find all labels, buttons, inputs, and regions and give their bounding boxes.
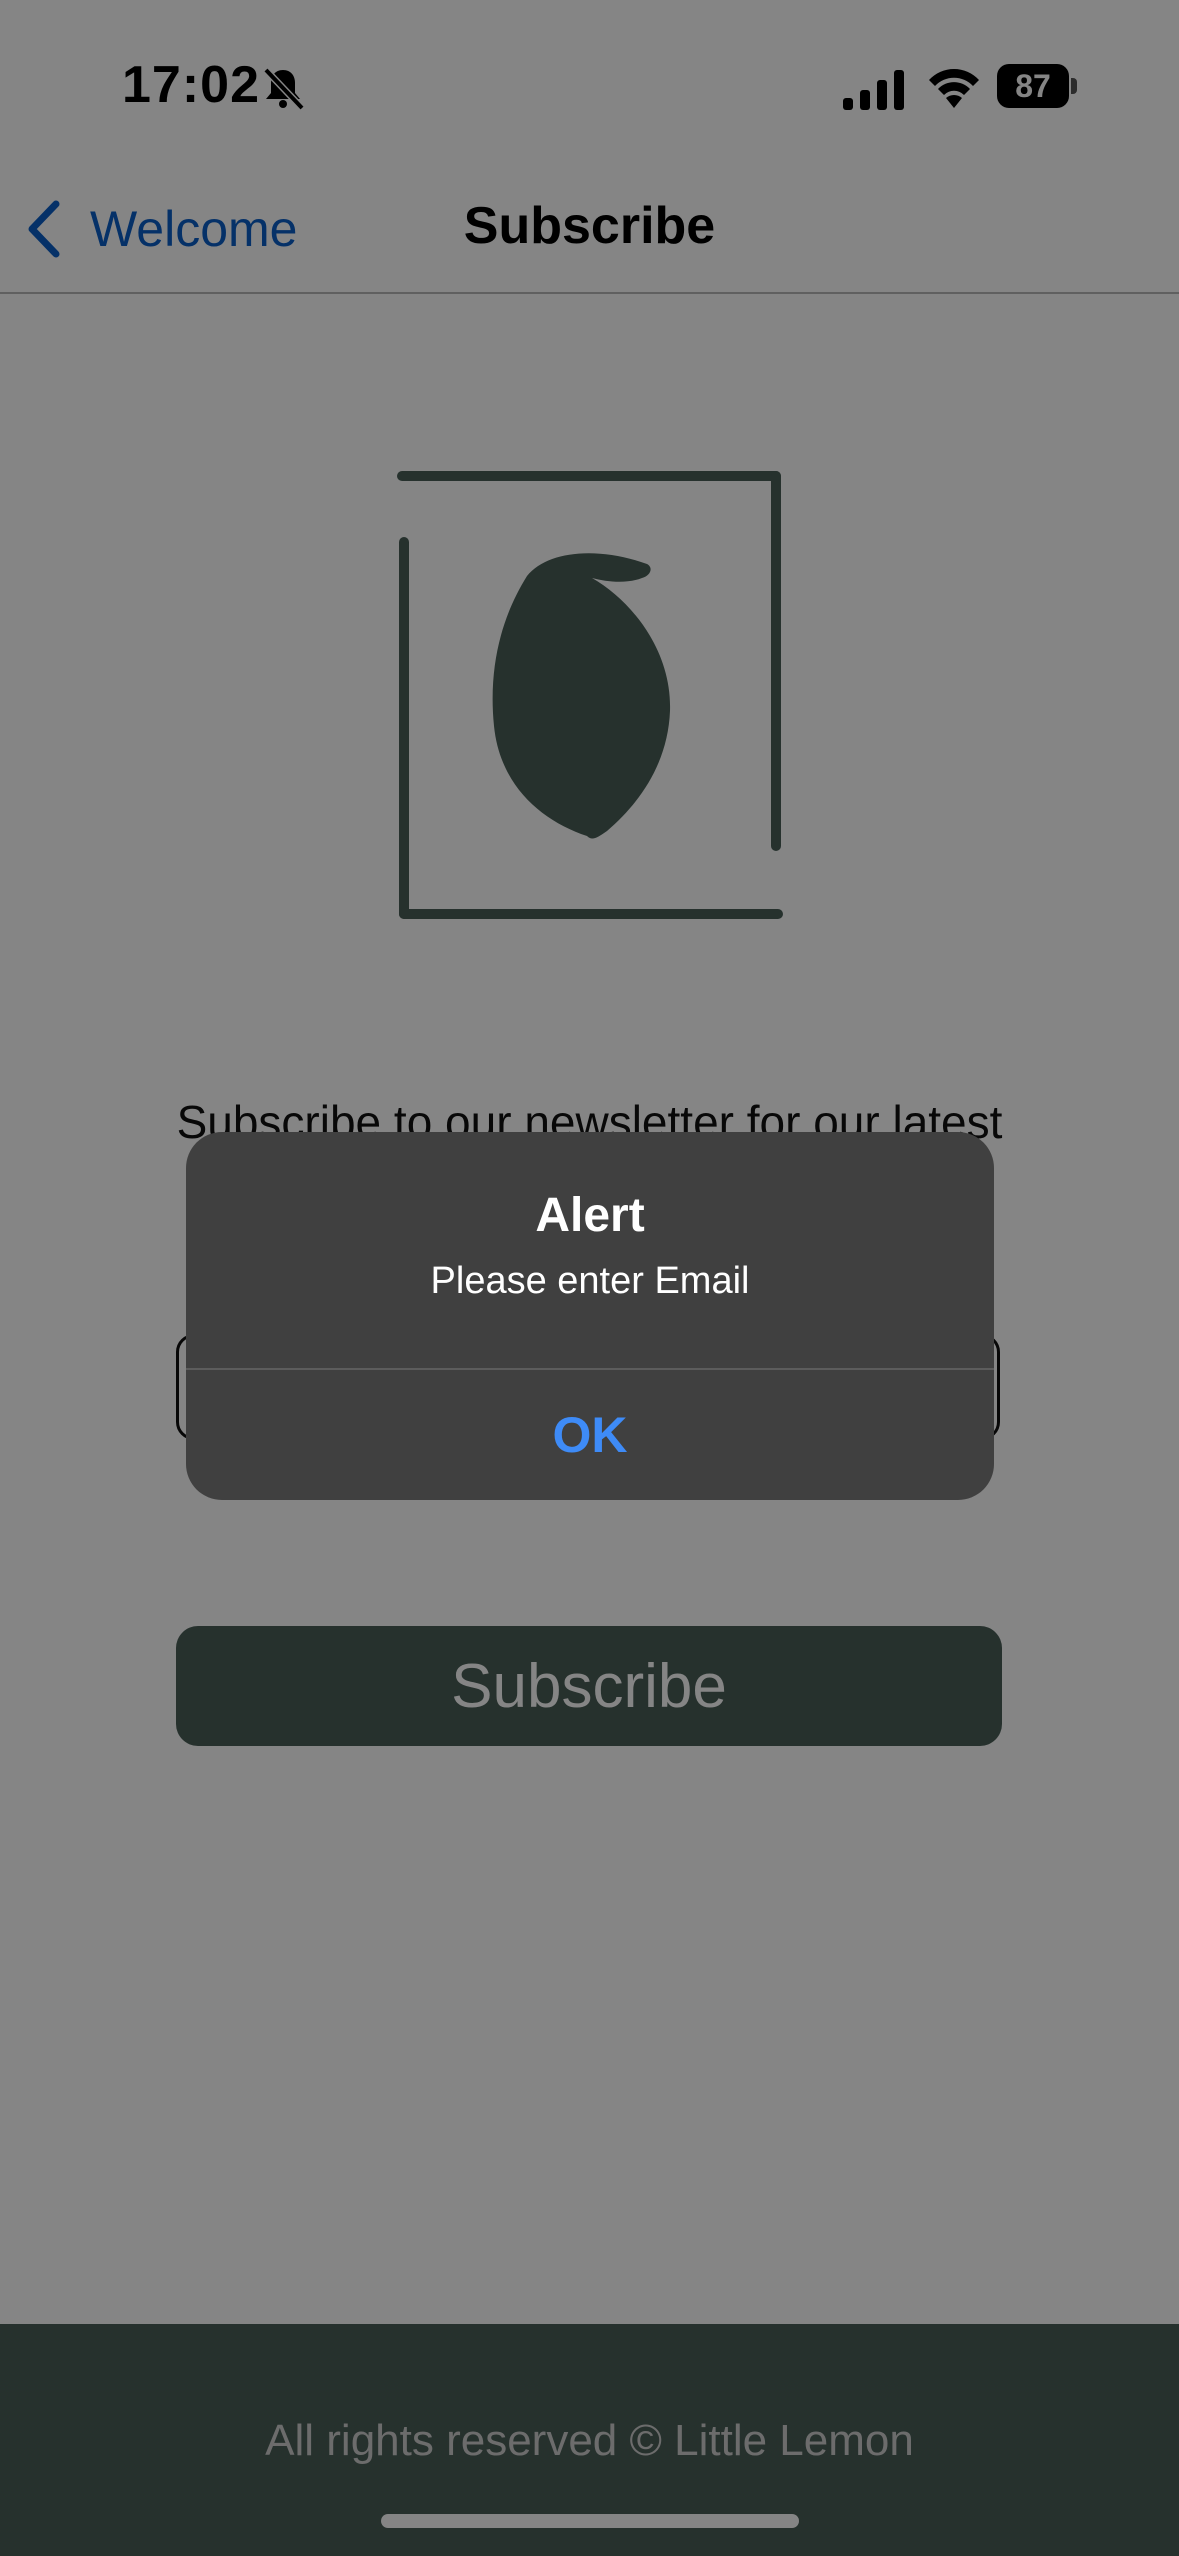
alert-ok-button[interactable]: OK	[186, 1370, 994, 1500]
alert-dialog: Alert Please enter Email OK	[186, 1132, 994, 1500]
alert-message: Please enter Email	[430, 1260, 750, 1302]
alert-title: Alert	[535, 1189, 645, 1242]
